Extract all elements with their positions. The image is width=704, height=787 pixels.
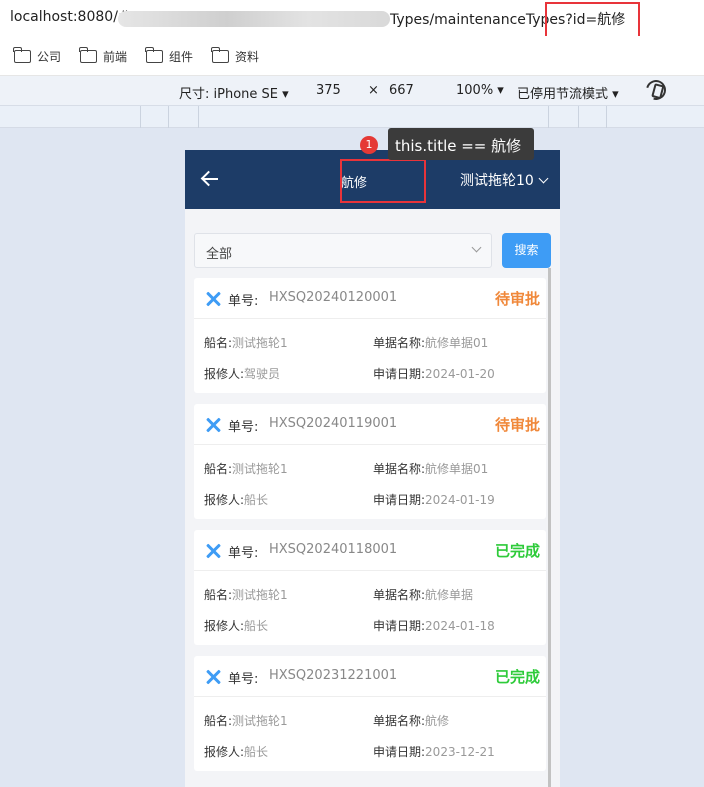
card-header: 单号: HXSQ20240119001 待审批 [194, 404, 546, 445]
card-header: 单号: HXSQ20240118001 已完成 [194, 530, 546, 571]
wrench-icon [205, 417, 221, 433]
url-prefix: localhost:8080/# [10, 9, 130, 25]
search-button[interactable]: 搜索 [502, 233, 551, 268]
doc-name-field: 单据名称:航修单据 [373, 588, 474, 602]
device-select[interactable]: 尺寸: iPhone SE ▾ [179, 83, 289, 102]
order-number: HXSQ20240118001 [269, 542, 398, 557]
device-toolbar: 尺寸: iPhone SE ▾ 375 × 667 100% ▾ 已停用节流模式… [0, 76, 704, 106]
list-item[interactable]: 单号: HXSQ20240118001 已完成 船名:测试拖轮1 单据名称:航修… [194, 530, 546, 645]
status-filter-select[interactable]: 全部 [194, 233, 492, 268]
bookmark-folder[interactable]: 前端 [79, 46, 128, 64]
debug-tooltip: this.title == 航修 [388, 128, 534, 160]
folder-icon [145, 46, 163, 63]
bookmark-folder[interactable]: 组件 [145, 46, 194, 64]
vessel-select[interactable]: 测试拖轮10 [460, 170, 549, 190]
bookmark-label: 公司 [37, 49, 62, 64]
dimension-separator: × [368, 83, 379, 98]
status-badge: 已完成 [494, 542, 540, 560]
ship-field: 船名:测试拖轮1 [204, 588, 288, 602]
order-number: HXSQ20231221001 [269, 668, 398, 683]
bookmarks-bar: 公司 前端 组件 资料 [0, 36, 704, 76]
zoom-select[interactable]: 100% ▾ [456, 83, 504, 98]
back-arrow-icon[interactable] [201, 170, 219, 188]
bookmark-label: 前端 [103, 49, 128, 64]
vessel-label: 测试拖轮10 [460, 173, 534, 189]
doc-name-field: 单据名称:航修单据01 [373, 336, 489, 350]
doc-name-field: 单据名称:航修单据01 [373, 462, 489, 476]
throttle-select[interactable]: 已停用节流模式 ▾ [517, 83, 619, 102]
order-label: 单号: [228, 672, 259, 687]
apply-date-field: 申请日期:2024-01-19 [373, 493, 495, 507]
device-viewport: 航修 测试拖轮10 全部 搜索 单号: HXSQ20240120001 待审批 … [185, 150, 560, 787]
scrollbar[interactable] [548, 268, 551, 787]
status-badge: 待审批 [494, 416, 540, 434]
reporter-field: 报修人:船长 [204, 745, 269, 759]
wrench-icon [205, 669, 221, 685]
order-label: 单号: [228, 546, 259, 561]
folder-icon [211, 46, 229, 63]
card-header: 单号: HXSQ20231221001 已完成 [194, 656, 546, 697]
bookmark-label: 组件 [169, 49, 194, 64]
apply-date-field: 申请日期:2024-01-18 [373, 619, 495, 633]
device-size-label: 尺寸: iPhone SE [179, 87, 278, 102]
address-bar[interactable]: localhost:8080/# Types/maintenanceTypes?… [0, 0, 704, 52]
apply-date-field: 申请日期:2023-12-21 [373, 745, 495, 759]
redacted-url-segment [118, 11, 390, 27]
title-highlight-box [340, 159, 426, 203]
ship-field: 船名:测试拖轮1 [204, 462, 288, 476]
status-badge: 待审批 [494, 290, 540, 308]
order-number: HXSQ20240120001 [269, 290, 398, 305]
device-height-input[interactable]: 667 [389, 83, 414, 98]
reporter-field: 报修人:船长 [204, 493, 269, 507]
card-header: 单号: HXSQ20240120001 待审批 [194, 278, 546, 319]
bookmark-folder[interactable]: 公司 [13, 46, 62, 64]
chevron-down-icon [471, 242, 482, 253]
folder-icon [13, 46, 31, 63]
ship-field: 船名:测试拖轮1 [204, 714, 288, 728]
wrench-icon [205, 291, 221, 307]
list-item[interactable]: 单号: HXSQ20240119001 待审批 船名:测试拖轮1 单据名称:航修… [194, 404, 546, 519]
order-label: 单号: [228, 420, 259, 435]
order-label: 单号: [228, 294, 259, 309]
media-query-ruler [0, 106, 704, 128]
ship-field: 船名:测试拖轮1 [204, 336, 288, 350]
order-number: HXSQ20240119001 [269, 416, 398, 431]
list-item[interactable]: 单号: HXSQ20231221001 已完成 船名:测试拖轮1 单据名称:航修… [194, 656, 546, 771]
chevron-down-icon [538, 173, 549, 183]
reporter-field: 报修人:船长 [204, 619, 269, 633]
apply-date-field: 申请日期:2024-01-20 [373, 367, 495, 381]
zoom-label: 100% [456, 83, 494, 98]
throttle-label: 已停用节流模式 [517, 87, 609, 102]
doc-name-field: 单据名称:航修 [373, 714, 450, 728]
folder-icon [79, 46, 97, 63]
wrench-icon [205, 543, 221, 559]
device-width-input[interactable]: 375 [316, 83, 341, 98]
bookmark-folder[interactable]: 资料 [211, 46, 260, 64]
breakpoint-badge: 1 [360, 136, 378, 154]
filter-value: 全部 [206, 247, 233, 262]
status-badge: 已完成 [494, 668, 540, 686]
list-item[interactable]: 单号: HXSQ20240120001 待审批 船名:测试拖轮1 单据名称:航修… [194, 278, 546, 393]
bookmark-label: 资料 [235, 49, 260, 64]
reporter-field: 报修人:驾驶员 [204, 367, 281, 381]
